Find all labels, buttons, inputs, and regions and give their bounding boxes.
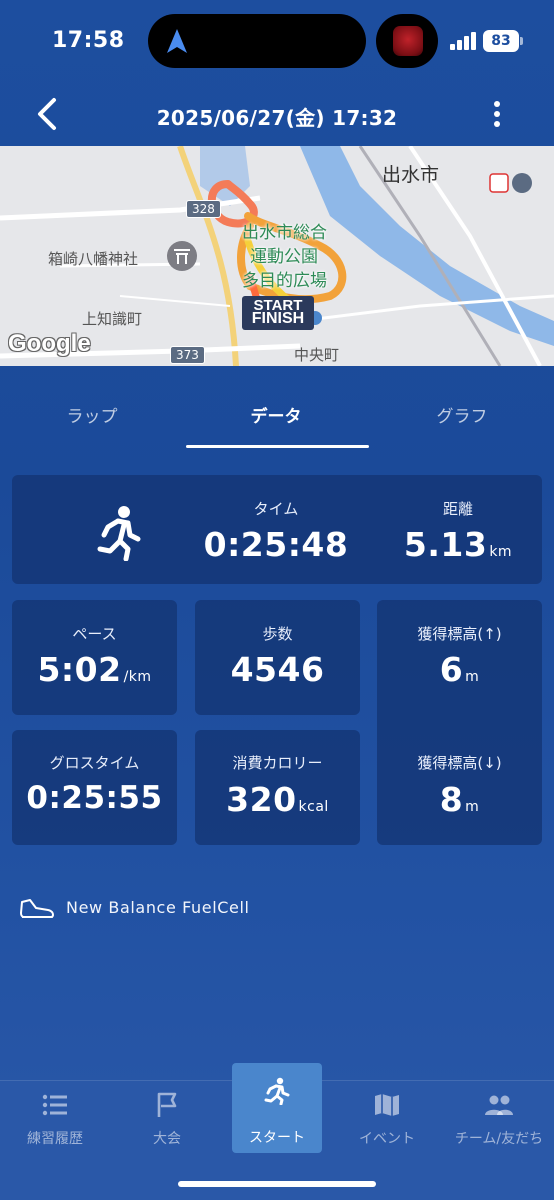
- people-icon: [485, 1095, 513, 1115]
- start-label: START: [253, 298, 303, 310]
- distance-unit: km: [489, 544, 513, 560]
- elevation-gain-number: 6: [439, 650, 464, 689]
- status-time: 17:58: [52, 28, 125, 53]
- pace-card: ペース 5:02/km: [12, 600, 177, 715]
- elevation-gain-unit: m: [465, 669, 480, 685]
- map-label-park-3: 多目的広場: [242, 271, 327, 291]
- pace-number: 5:02: [37, 650, 122, 689]
- more-vertical-icon[interactable]: [486, 98, 508, 134]
- nav-races-label: 大会: [153, 1131, 181, 1147]
- nav-races[interactable]: 大会: [112, 1081, 222, 1181]
- road-badge-373: 373: [170, 346, 205, 364]
- elevation-loss-number: 8: [439, 780, 464, 819]
- gross-time-card: グロスタイム 0:25:55: [12, 730, 177, 845]
- calories-number: 320: [226, 780, 297, 819]
- route-map[interactable]: 出水市 箱崎八幡神社 上知識町 中央町 出水市総合 運動公園 多目的広場 328…: [0, 146, 554, 366]
- tab-data[interactable]: データ: [196, 402, 356, 427]
- navigation-arrow-icon: [167, 29, 187, 53]
- tab-laps[interactable]: ラップ: [12, 402, 172, 427]
- calories-card: 消費カロリー 320 kcal: [195, 730, 360, 845]
- map-label-town-south: 中央町: [294, 346, 340, 364]
- battery-tip: [520, 37, 523, 45]
- nav-team[interactable]: チーム/友だち: [444, 1081, 554, 1181]
- gross-time-label: グロスタイム: [49, 754, 140, 772]
- elevation-loss-value: 8m: [377, 780, 542, 819]
- steps-card: 歩数 4546: [195, 600, 360, 715]
- time-value: 0:25:48: [203, 525, 349, 564]
- nav-start[interactable]: スタート: [232, 1063, 322, 1153]
- home-indicator: [178, 1181, 376, 1187]
- distance-value: 5.13 km: [374, 525, 542, 564]
- road-badge-328: 328: [186, 200, 221, 218]
- gross-time-value: 0:25:55: [26, 780, 163, 816]
- nav-history[interactable]: 練習履歴: [0, 1081, 110, 1181]
- pace-value: 5:02/km: [12, 650, 177, 689]
- dynamic-island: [148, 14, 366, 68]
- pace-label: ペース: [72, 625, 117, 643]
- live-activity-indicator: [376, 14, 438, 68]
- nav-history-label: 練習履歴: [27, 1131, 83, 1147]
- start-finish-marker: START FINISH: [242, 296, 314, 330]
- elevation-loss-label: 獲得標高(↓): [417, 754, 502, 772]
- app-badge-icon: [393, 26, 423, 56]
- distance-label: 距離: [442, 500, 473, 518]
- running-icon: [97, 506, 141, 561]
- header: 2025/06/27(金) 17:32: [0, 84, 554, 146]
- map-label-park-1: 出水市総合: [242, 223, 327, 243]
- active-tab-indicator: [186, 445, 369, 448]
- flag-icon: [157, 1092, 177, 1117]
- map-label-city: 出水市: [382, 164, 440, 186]
- page-title: 2025/06/27(金) 17:32: [156, 106, 398, 130]
- pace-unit: /km: [123, 669, 152, 685]
- nav-start-label: スタート: [249, 1130, 305, 1146]
- summary-card: タイム 0:25:48 距離 5.13 km: [12, 475, 542, 584]
- steps-value: 4546: [230, 650, 325, 689]
- tab-graph[interactable]: グラフ: [382, 402, 542, 427]
- shoe-name: New Balance FuelCell: [66, 898, 250, 917]
- map-label-shrine: 箱崎八幡神社: [48, 250, 139, 268]
- finish-label: FINISH: [251, 310, 305, 327]
- shoe-icon: [20, 899, 54, 918]
- elevation-gain-value: 6m: [377, 650, 542, 689]
- steps-label: 歩数: [262, 625, 293, 643]
- tab-bar: ラップ データ グラフ: [0, 366, 554, 450]
- list-icon: [42, 1094, 67, 1116]
- google-attribution: Google: [8, 330, 91, 357]
- cellular-signal-icon: [450, 32, 478, 50]
- running-icon: [264, 1077, 290, 1105]
- nav-team-label: チーム/友だち: [454, 1131, 544, 1147]
- map-label-park-2: 運動公園: [250, 247, 318, 267]
- elevation-loss-unit: m: [465, 799, 480, 815]
- battery-indicator: 83: [483, 30, 519, 52]
- nav-events-label: イベント: [359, 1131, 415, 1147]
- map-icon: [375, 1094, 399, 1116]
- distance-number: 5.13: [403, 525, 488, 564]
- nav-events[interactable]: イベント: [332, 1081, 442, 1181]
- calories-value: 320 kcal: [195, 780, 360, 819]
- map-label-town-west: 上知識町: [82, 310, 143, 328]
- calories-label: 消費カロリー: [232, 754, 323, 772]
- status-bar: 17:58 83: [0, 0, 554, 84]
- calories-unit: kcal: [298, 799, 329, 815]
- time-label: タイム: [253, 500, 299, 518]
- elevation-card: 獲得標高(↑) 6m 獲得標高(↓) 8m: [377, 600, 542, 845]
- elevation-gain-label: 獲得標高(↑): [417, 625, 502, 643]
